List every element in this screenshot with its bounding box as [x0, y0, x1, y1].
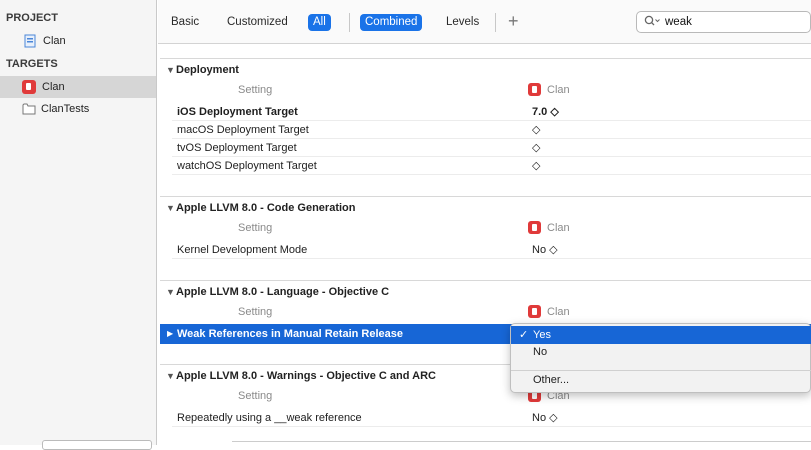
disclosure-triangle-icon[interactable]: ▼: [166, 287, 176, 297]
column-header-setting: Setting: [238, 84, 273, 96]
section-title-warnings-objc-arc[interactable]: ▼Apple LLVM 8.0 - Warnings - Objective C…: [166, 370, 436, 382]
setting-value: No ◇: [532, 412, 558, 424]
search-icon: [644, 15, 660, 30]
sidebar-item-target-clan[interactable]: Clan: [0, 76, 156, 98]
value-popup-menu: ✓ Yes No Other...: [510, 323, 811, 393]
tab-levels[interactable]: Levels: [441, 14, 484, 31]
project-header: PROJECT: [6, 12, 58, 24]
toolbar-divider: [495, 13, 496, 32]
disclosure-triangle-icon[interactable]: ▼: [166, 65, 176, 75]
disclosure-triangle-icon[interactable]: ▼: [166, 203, 176, 213]
setting-row[interactable]: Kernel Development Mode No ◇: [172, 241, 811, 259]
build-settings-toolbar: Basic Customized All Combined Levels + w…: [158, 0, 811, 44]
tab-combined[interactable]: Combined: [360, 14, 423, 31]
expand-triangle-icon[interactable]: ▶: [167, 324, 173, 344]
add-setting-button[interactable]: +: [508, 11, 519, 31]
menu-item-other[interactable]: Other...: [511, 371, 811, 389]
app-icon: [22, 80, 36, 94]
tab-basic[interactable]: Basic: [166, 14, 204, 31]
column-header-setting: Setting: [238, 306, 273, 318]
section-divider: [160, 58, 811, 59]
project-file-icon: [24, 34, 37, 48]
app-icon: [528, 83, 541, 96]
setting-row[interactable]: iOS Deployment Target 7.0 ◇: [172, 103, 811, 121]
column-header-target: Clan: [528, 305, 570, 318]
setting-value: ◇: [532, 142, 541, 154]
project-navigator: PROJECT Clan TARGETS Clan ClanTests: [0, 0, 157, 450]
sidebar-item-target-clantests[interactable]: ClanTests: [0, 98, 156, 120]
section-title-code-generation[interactable]: ▼Apple LLVM 8.0 - Code Generation: [166, 202, 355, 214]
sidebar-item-label: Clan: [42, 81, 65, 93]
setting-row[interactable]: Repeatedly using a __weak reference No ◇: [172, 409, 811, 427]
sidebar-item-label: Clan: [43, 35, 66, 47]
search-field[interactable]: weak: [636, 11, 811, 33]
folder-icon: [22, 102, 36, 116]
column-header-target: Clan: [528, 83, 570, 96]
app-icon: [528, 305, 541, 318]
sidebar-item-label: ClanTests: [41, 103, 90, 115]
disclosure-triangle-icon[interactable]: ▼: [166, 371, 176, 381]
section-divider: [160, 196, 811, 197]
app-icon: [528, 221, 541, 234]
menu-item-yes[interactable]: ✓ Yes: [511, 326, 811, 344]
menu-item-no[interactable]: No: [511, 343, 811, 361]
setting-value: 7.0 ◇: [532, 106, 559, 118]
toolbar-divider: [349, 13, 350, 32]
setting-row[interactable]: watchOS Deployment Target ◇: [172, 157, 811, 175]
filter-field[interactable]: [42, 440, 152, 450]
search-input[interactable]: weak: [665, 16, 692, 28]
sidebar-item-project[interactable]: Clan: [0, 30, 156, 52]
tab-customized[interactable]: Customized: [222, 14, 293, 31]
setting-row[interactable]: macOS Deployment Target ◇: [172, 121, 811, 139]
tab-all[interactable]: All: [308, 14, 331, 31]
section-title-language-objc[interactable]: ▼Apple LLVM 8.0 - Language - Objective C: [166, 286, 389, 298]
targets-header: TARGETS: [6, 58, 58, 70]
setting-row[interactable]: tvOS Deployment Target ◇: [172, 139, 811, 157]
setting-value: ◇: [532, 124, 541, 136]
checkmark-icon: ✓: [519, 329, 529, 341]
section-divider: [160, 280, 811, 281]
editor-bottom-bar: [232, 441, 811, 445]
column-header-setting: Setting: [238, 222, 273, 234]
section-title-deployment[interactable]: ▼Deployment: [166, 64, 239, 76]
setting-value: No ◇: [532, 244, 558, 256]
column-header-setting: Setting: [238, 390, 273, 402]
setting-value: ◇: [532, 160, 541, 172]
column-header-target: Clan: [528, 221, 570, 234]
